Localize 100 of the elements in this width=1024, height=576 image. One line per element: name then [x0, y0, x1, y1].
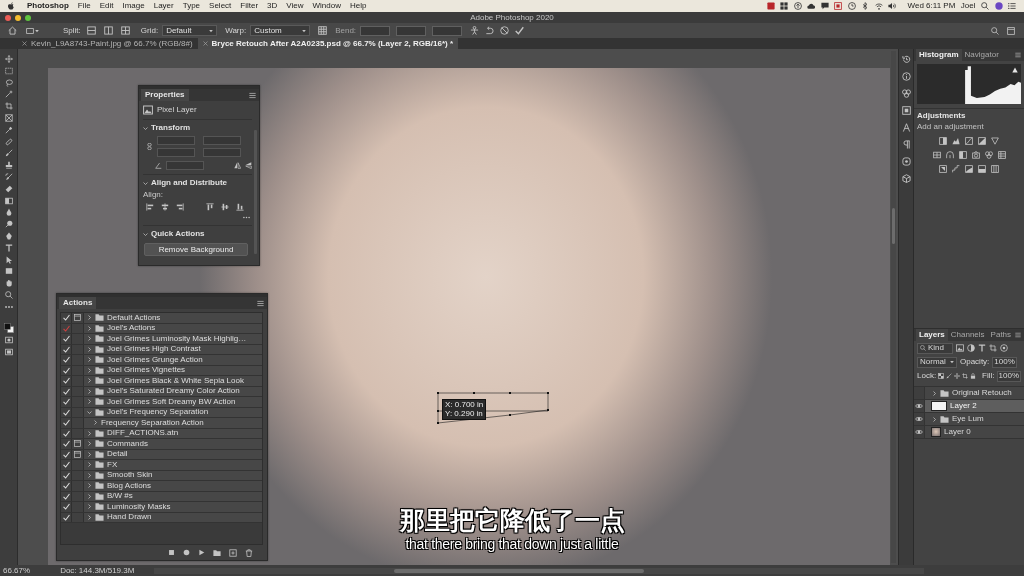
- input-field[interactable]: [157, 136, 195, 145]
- menu-item[interactable]: Window: [312, 2, 341, 10]
- list-icon[interactable]: [1008, 2, 1016, 10]
- move-icon[interactable]: [954, 373, 961, 379]
- apple-icon[interactable]: [7, 2, 15, 10]
- chevron-right-icon[interactable]: [87, 346, 92, 352]
- search-icon[interactable]: [981, 2, 989, 10]
- menu-item[interactable]: View: [286, 2, 304, 10]
- caret-icon[interactable]: [35, 28, 39, 33]
- trash-icon[interactable]: [245, 548, 253, 557]
- caret-icon[interactable]: [302, 28, 307, 33]
- lollipop-icon[interactable]: [4, 220, 13, 229]
- dialog-toggle[interactable]: [72, 428, 84, 438]
- panel-menu-icon[interactable]: [257, 299, 264, 307]
- close-button[interactable]: [5, 14, 11, 21]
- checker-icon[interactable]: [938, 373, 945, 379]
- remove-background-button[interactable]: Remove Background: [144, 243, 248, 256]
- enable-toggle[interactable]: [61, 397, 72, 407]
- drop-icon[interactable]: [4, 208, 13, 217]
- dialog-toggle[interactable]: [72, 407, 84, 417]
- chevron-down-icon[interactable]: [143, 180, 148, 186]
- dialog-toggle[interactable]: [72, 397, 84, 407]
- panel-menu-icon[interactable]: [249, 91, 256, 99]
- pen-nib-icon[interactable]: [4, 231, 13, 240]
- eyedropper-icon[interactable]: [4, 125, 13, 134]
- align-middle-icon[interactable]: [221, 203, 229, 211]
- enable-toggle[interactable]: [61, 355, 72, 365]
- target-icon[interactable]: [1000, 344, 1008, 352]
- kind-filter-dropdown[interactable]: Kind: [917, 342, 953, 354]
- grid-dropdown[interactable]: Default: [162, 25, 218, 36]
- figure-icon[interactable]: [470, 26, 480, 35]
- chevron-right-icon[interactable]: [87, 325, 92, 331]
- info-icon[interactable]: [901, 72, 911, 81]
- dialog-toggle[interactable]: [72, 491, 84, 501]
- speaker-icon[interactable]: [888, 2, 897, 10]
- chevron-right-icon[interactable]: [87, 378, 92, 384]
- chevron-right-icon[interactable]: [87, 399, 92, 405]
- chevron-right-icon[interactable]: [87, 357, 92, 363]
- chevron-right-icon[interactable]: [87, 336, 92, 342]
- input-field[interactable]: [396, 25, 427, 36]
- character-icon[interactable]: [901, 123, 911, 132]
- enable-toggle[interactable]: [61, 491, 72, 501]
- chevron-right-icon[interactable]: [87, 462, 92, 468]
- enable-toggle[interactable]: [61, 323, 72, 333]
- chevron-right-icon[interactable]: [87, 472, 92, 478]
- play-icon[interactable]: [198, 549, 205, 556]
- circle-arrow-icon[interactable]: [793, 2, 802, 10]
- dialog-toggle[interactable]: [72, 512, 84, 522]
- angle-icon[interactable]: [155, 162, 162, 169]
- caret-icon[interactable]: [209, 28, 214, 33]
- close-icon[interactable]: [202, 41, 208, 46]
- visibility-toggle[interactable]: [914, 426, 925, 438]
- enable-toggle[interactable]: [61, 407, 72, 417]
- chevron-right-icon[interactable]: [87, 367, 92, 373]
- grid-mesh-icon[interactable]: [318, 26, 328, 35]
- enable-toggle[interactable]: [61, 439, 72, 449]
- dialog-toggle[interactable]: [72, 418, 84, 428]
- cloud-icon[interactable]: [807, 2, 816, 10]
- gradient-icon[interactable]: [4, 196, 13, 205]
- flip-vertical-icon[interactable]: [245, 162, 252, 169]
- half-circle-icon[interactable]: [967, 344, 975, 352]
- chevron-right-icon[interactable]: [87, 441, 92, 447]
- chevron-right-icon[interactable]: [87, 388, 92, 394]
- minimize-button[interactable]: [15, 14, 21, 21]
- layer-row[interactable]: Eye Lum: [914, 413, 1024, 426]
- more-icon[interactable]: [243, 214, 250, 221]
- dialog-toggle[interactable]: [72, 344, 84, 354]
- diagonal-square-icon[interactable]: [978, 137, 986, 145]
- search-icon[interactable]: [991, 26, 999, 35]
- zoom-level[interactable]: 66.67%: [3, 566, 31, 575]
- cube-icon[interactable]: [901, 174, 911, 183]
- circle-in-rectangle-icon[interactable]: [4, 336, 13, 345]
- app-menu[interactable]: Photoshop: [27, 2, 69, 10]
- split-cross-icon[interactable]: [120, 26, 130, 35]
- grid-icon[interactable]: [780, 2, 789, 10]
- brush-icon[interactable]: [946, 373, 953, 379]
- split-horizontal-icon[interactable]: [86, 26, 96, 35]
- enable-toggle[interactable]: [61, 313, 72, 323]
- align-top-icon[interactable]: [206, 203, 214, 211]
- crop-icon[interactable]: [989, 344, 997, 352]
- type-tool-icon[interactable]: [4, 243, 13, 252]
- menu-item[interactable]: 3D: [267, 2, 278, 10]
- menu-item[interactable]: File: [77, 2, 91, 10]
- type-tool-icon[interactable]: [978, 344, 986, 352]
- padlock-icon[interactable]: [970, 373, 977, 379]
- stamp-icon[interactable]: [4, 161, 13, 170]
- dialog-toggle[interactable]: [72, 334, 84, 344]
- maximize-button[interactable]: [25, 14, 31, 21]
- input-field[interactable]: [203, 148, 241, 157]
- split-square-icon[interactable]: [939, 137, 947, 145]
- properties-tab[interactable]: Properties: [141, 89, 189, 101]
- triangle-icon[interactable]: [991, 137, 999, 145]
- image-icon[interactable]: [956, 344, 964, 352]
- chevron-right-icon[interactable]: [87, 430, 92, 436]
- enable-toggle[interactable]: [61, 365, 72, 375]
- layer-row[interactable]: Original Retouch: [914, 387, 1024, 400]
- menu-item[interactable]: Edit: [99, 2, 114, 10]
- layer-name[interactable]: Layer 0: [944, 428, 971, 436]
- circles-icon[interactable]: [901, 89, 911, 98]
- align-right-icon[interactable]: [176, 203, 184, 211]
